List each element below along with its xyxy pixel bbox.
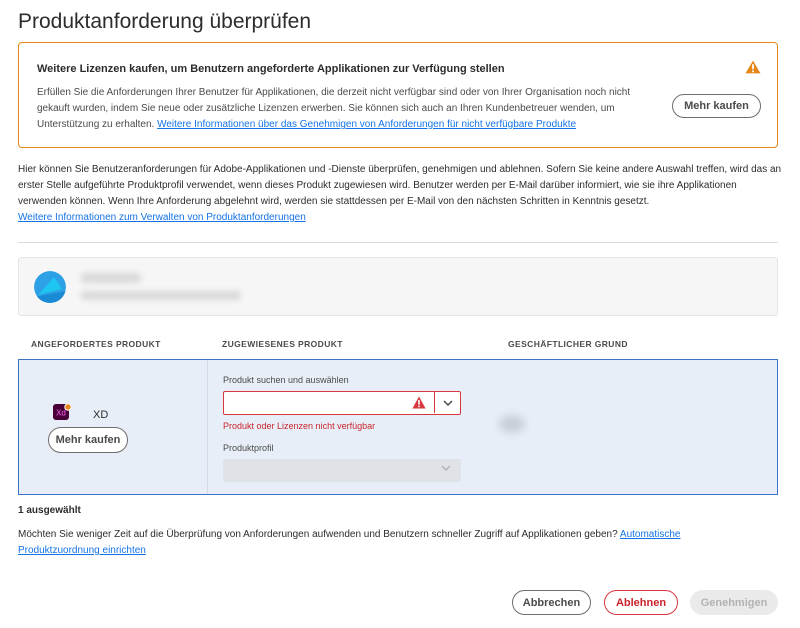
combobox-toggle-button[interactable] bbox=[434, 392, 460, 413]
header-business-reason: GESCHÄFTLICHER GRUND bbox=[508, 339, 628, 349]
license-alert: Weitere Lizenzen kaufen, um Benutzern an… bbox=[18, 42, 778, 148]
row-buy-more-button[interactable]: Mehr kaufen bbox=[48, 427, 128, 453]
product-error-message: Produkt oder Lizenzen nicht verfügbar bbox=[223, 421, 376, 431]
dialog-title: Produktanforderung überprüfen bbox=[18, 10, 312, 33]
auto-assign-text: Möchten Sie weniger Zeit auf die Überprü… bbox=[18, 529, 618, 540]
product-profile-label: Produktprofil bbox=[223, 443, 274, 453]
redacted-business-reason bbox=[499, 415, 525, 433]
product-profile-picker[interactable] bbox=[223, 459, 461, 482]
header-assigned-product: ZUGEWIESENES PRODUKT bbox=[222, 339, 343, 349]
xd-app-icon: Xd bbox=[53, 404, 71, 420]
selected-count: 1 ausgewählt bbox=[18, 505, 81, 516]
approve-button[interactable]: Genehmigen bbox=[690, 590, 778, 615]
chevron-down-icon bbox=[442, 399, 453, 406]
requested-product-name: XD bbox=[93, 409, 109, 421]
header-requested-product: ANGEFORDERTES PRODUKT bbox=[31, 339, 161, 349]
table-row[interactable]: Xd XD Mehr kaufen Produkt suchen und aus… bbox=[18, 359, 778, 495]
buy-more-button[interactable]: Mehr kaufen bbox=[672, 94, 761, 118]
product-combobox[interactable] bbox=[223, 391, 461, 415]
alert-info-link[interactable]: Weitere Informationen über das Genehmige… bbox=[157, 119, 576, 130]
intro-paragraph: Hier können Sie Benutzeranforderungen fü… bbox=[18, 162, 782, 226]
redacted-name bbox=[81, 273, 141, 283]
xd-badge-text: Xd bbox=[56, 409, 66, 418]
product-search-input[interactable] bbox=[224, 392, 434, 413]
requester-card bbox=[18, 257, 778, 316]
redacted-email bbox=[81, 291, 241, 300]
column-divider bbox=[207, 360, 208, 494]
alert-body: Erfüllen Sie die Anforderungen Ihrer Ben… bbox=[37, 85, 649, 133]
intro-text: Hier können Sie Benutzeranforderungen fü… bbox=[18, 164, 782, 207]
manage-requests-link[interactable]: Weitere Informationen zum Verwalten von … bbox=[18, 212, 306, 223]
cancel-button[interactable]: Abbrechen bbox=[512, 590, 591, 615]
avatar bbox=[34, 271, 66, 303]
chevron-down-icon bbox=[441, 465, 451, 471]
auto-assign-paragraph: Möchten Sie weniger Zeit auf die Überprü… bbox=[18, 527, 758, 559]
error-icon bbox=[412, 396, 426, 409]
alert-title: Weitere Lizenzen kaufen, um Benutzern an… bbox=[37, 63, 505, 75]
product-search-label: Produkt suchen und auswählen bbox=[223, 375, 349, 385]
reject-button[interactable]: Ablehnen bbox=[604, 590, 678, 615]
divider bbox=[18, 242, 778, 243]
warning-icon bbox=[745, 60, 761, 74]
